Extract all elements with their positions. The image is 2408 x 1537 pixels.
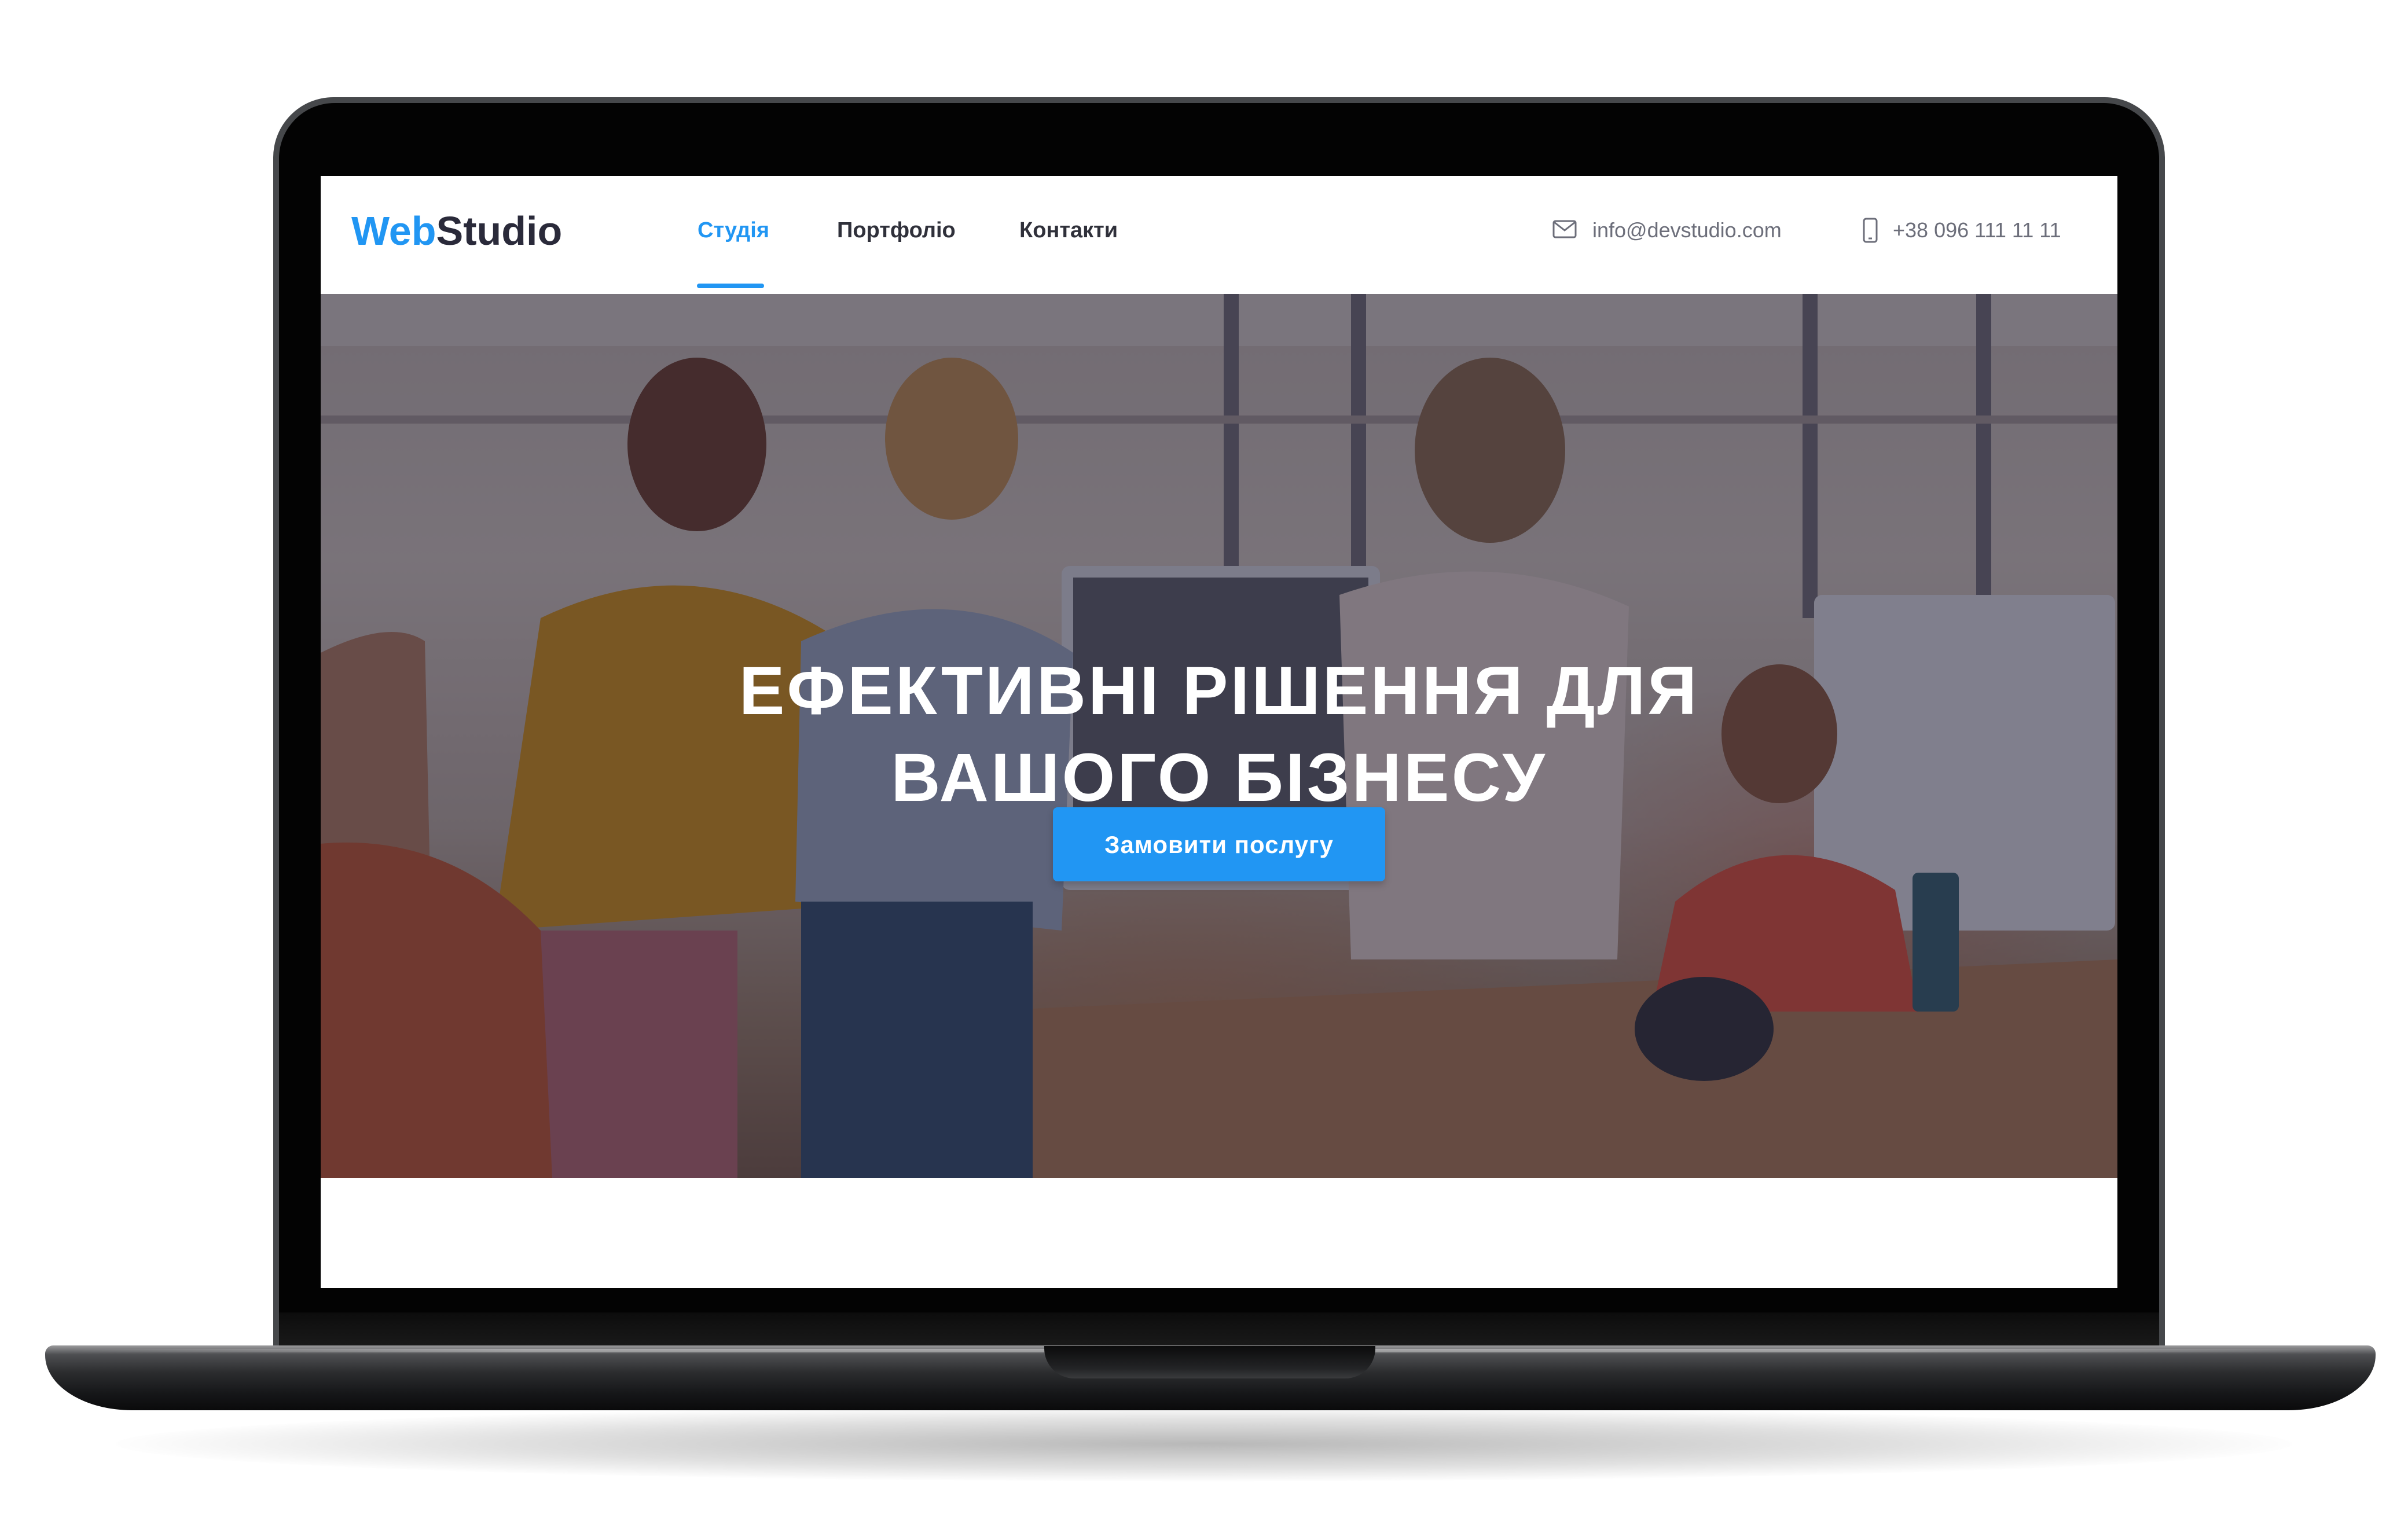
laptop-shadow [116,1406,2292,1481]
nav-link-studio[interactable]: Студія [698,216,769,244]
hero-title-line-1: Ефективні рішення для [739,653,1699,730]
hero-title: Ефективні рішення для вашого бізнесу [321,648,2117,821]
laptop-screen: WebStudio Студія Портфоліо Контакти info… [321,176,2117,1288]
contact-phone-link[interactable]: +38 096 111 11 11 [1893,216,2061,244]
mail-icon [1552,220,1577,238]
contact-email-link[interactable]: info@devstudio.com [1592,216,1782,244]
order-service-button[interactable]: Замовити послугу [1053,807,1385,881]
nav-active-indicator [697,284,764,288]
laptop-notch [1044,1346,1375,1378]
hero-section: Ефективні рішення для вашого бізнесу Зам… [321,294,2117,1178]
laptop-bezel-strip [279,1312,2159,1350]
site-header: WebStudio Студія Портфоліо Контакти info… [321,176,2117,294]
site-logo[interactable]: WebStudio [351,208,562,254]
nav-link-portfolio[interactable]: Портфоліо [837,216,956,244]
logo-part-studio: Studio [436,208,563,253]
smartphone-icon [1863,218,1878,243]
logo-part-web: Web [351,208,436,253]
nav-link-contacts[interactable]: Контакти [1019,216,1118,244]
